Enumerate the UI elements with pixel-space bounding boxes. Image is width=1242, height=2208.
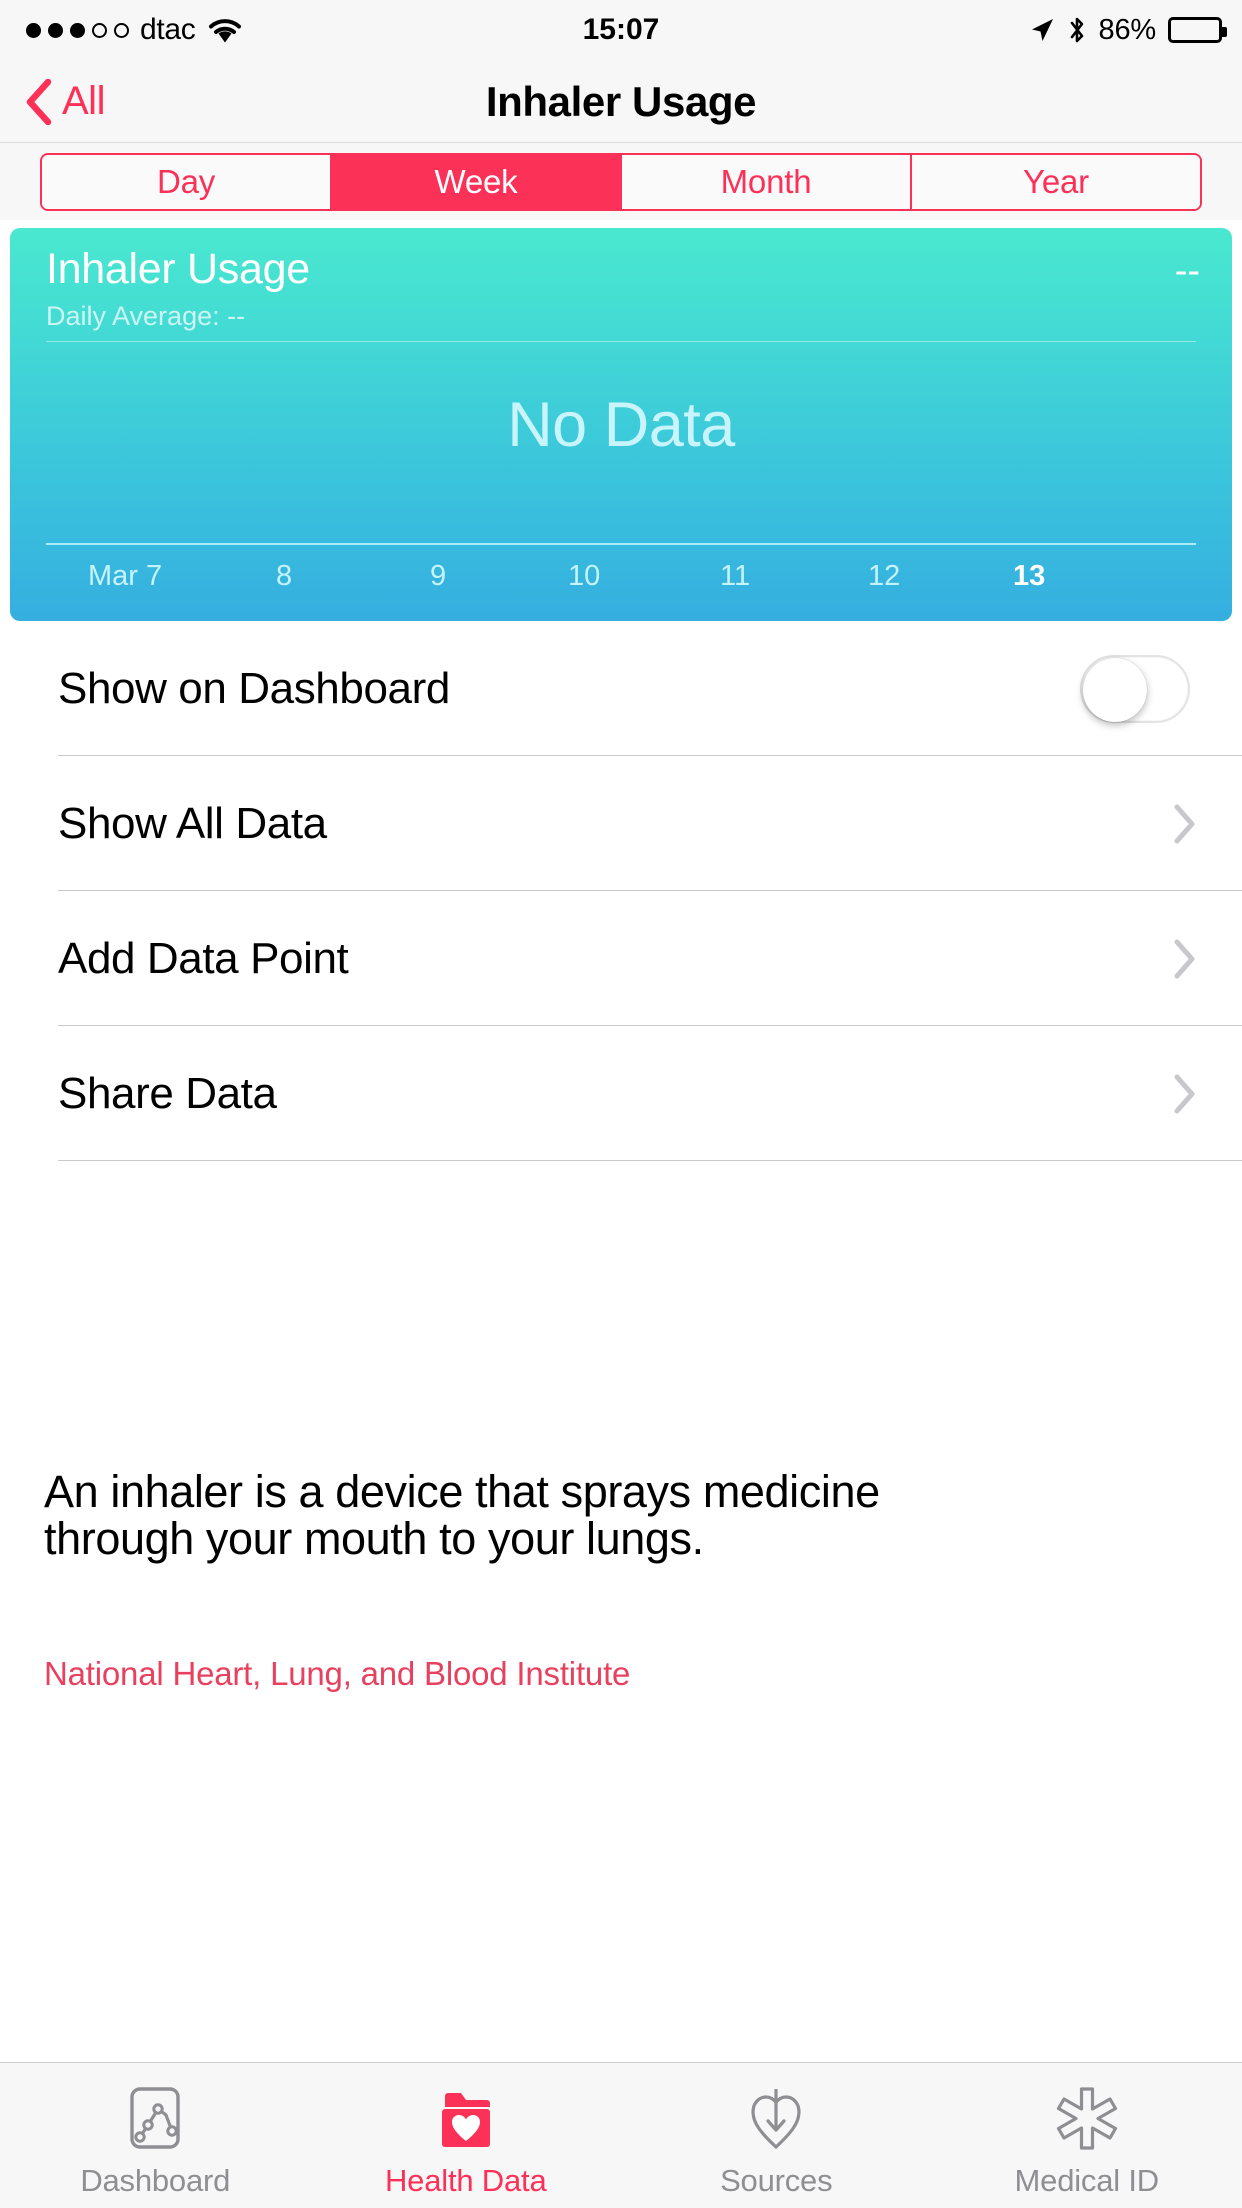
row-add-data-point[interactable]: Add Data Point — [0, 891, 1242, 1026]
axis-tick-label: 10 — [568, 560, 601, 592]
axis-tick-label: 9 — [430, 560, 447, 592]
tab-medical-id[interactable]: Medical ID — [932, 2063, 1242, 2208]
settings-list: Show on Dashboard Show All Data Add Data… — [0, 621, 1242, 1161]
tab-label: Medical ID — [1014, 2163, 1160, 2198]
description-line-2: through your mouth to your lungs. — [44, 1513, 704, 1565]
row-show-on-dashboard[interactable]: Show on Dashboard — [0, 621, 1242, 756]
bluetooth-icon — [1067, 15, 1087, 45]
tab-health-data[interactable]: Health Data — [311, 2063, 622, 2208]
inhaler-usage-chart-card[interactable]: Inhaler Usage -- Daily Average: -- No Da… — [10, 228, 1232, 621]
axis-tick-label: Mar 7 — [88, 560, 163, 592]
segment-year[interactable]: Year — [912, 154, 1200, 209]
toggle-knob — [1083, 657, 1147, 722]
axis-tick-label: 11 — [720, 560, 751, 592]
dashboard-chart-icon — [118, 2081, 192, 2155]
row-show-all-data[interactable]: Show All Data — [0, 756, 1242, 891]
medical-id-asterisk-icon — [1050, 2081, 1124, 2155]
segment-month[interactable]: Month — [622, 154, 912, 209]
status-bar: dtac 15:07 86% — [0, 0, 1242, 60]
description-line-1: An inhaler is a device that sprays medic… — [44, 1466, 880, 1517]
chevron-right-icon — [1174, 1074, 1196, 1114]
app-screen: dtac 15:07 86% All Inhaler Usage Day Wee… — [0, 0, 1242, 2208]
tab-label: Sources — [720, 2163, 833, 2198]
description-text: An inhaler is a device that sprays medic… — [44, 1468, 1154, 1563]
battery-icon — [1168, 17, 1227, 43]
chart-axis-line — [46, 543, 1196, 545]
axis-tick-label-today: 13 — [1013, 560, 1046, 592]
health-data-folder-heart-icon — [429, 2081, 503, 2155]
tab-bar: Dashboard Health Data Sources Medical ID — [0, 2062, 1242, 2208]
segment-week[interactable]: Week — [332, 154, 622, 209]
tab-sources[interactable]: Sources — [621, 2063, 932, 2208]
axis-tick-label: 8 — [276, 560, 293, 592]
chevron-right-icon — [1174, 804, 1196, 844]
page-title: Inhaler Usage — [485, 77, 757, 125]
row-separator — [58, 1160, 1242, 1161]
location-arrow-icon — [1029, 17, 1055, 43]
row-label: Show All Data — [58, 798, 327, 848]
range-segmented-control[interactable]: Day Week Month Year — [40, 152, 1202, 211]
range-segmented-control-container: Day Week Month Year — [0, 143, 1242, 220]
show-on-dashboard-toggle[interactable] — [1080, 654, 1190, 723]
status-bar-right: 86% — [1029, 0, 1227, 60]
chevron-right-icon — [1174, 939, 1196, 979]
row-label: Add Data Point — [58, 933, 349, 983]
description-attribution-link[interactable]: National Heart, Lung, and Blood Institut… — [44, 1655, 630, 1693]
chart-x-axis-labels: Mar 7 8 9 10 11 12 13 — [10, 560, 1232, 610]
row-label: Share Data — [58, 1068, 277, 1118]
sources-download-heart-icon — [739, 2081, 813, 2155]
segment-day[interactable]: Day — [42, 154, 332, 209]
tab-dashboard[interactable]: Dashboard — [0, 2063, 311, 2208]
row-share-data[interactable]: Share Data — [0, 1026, 1242, 1161]
navigation-bar: All Inhaler Usage — [0, 60, 1242, 143]
tab-label: Dashboard — [80, 2163, 231, 2198]
row-label: Show on Dashboard — [58, 663, 450, 713]
axis-tick-label: 12 — [868, 560, 901, 592]
tab-label: Health Data — [384, 2163, 547, 2198]
battery-percent-label: 86% — [1098, 13, 1157, 46]
